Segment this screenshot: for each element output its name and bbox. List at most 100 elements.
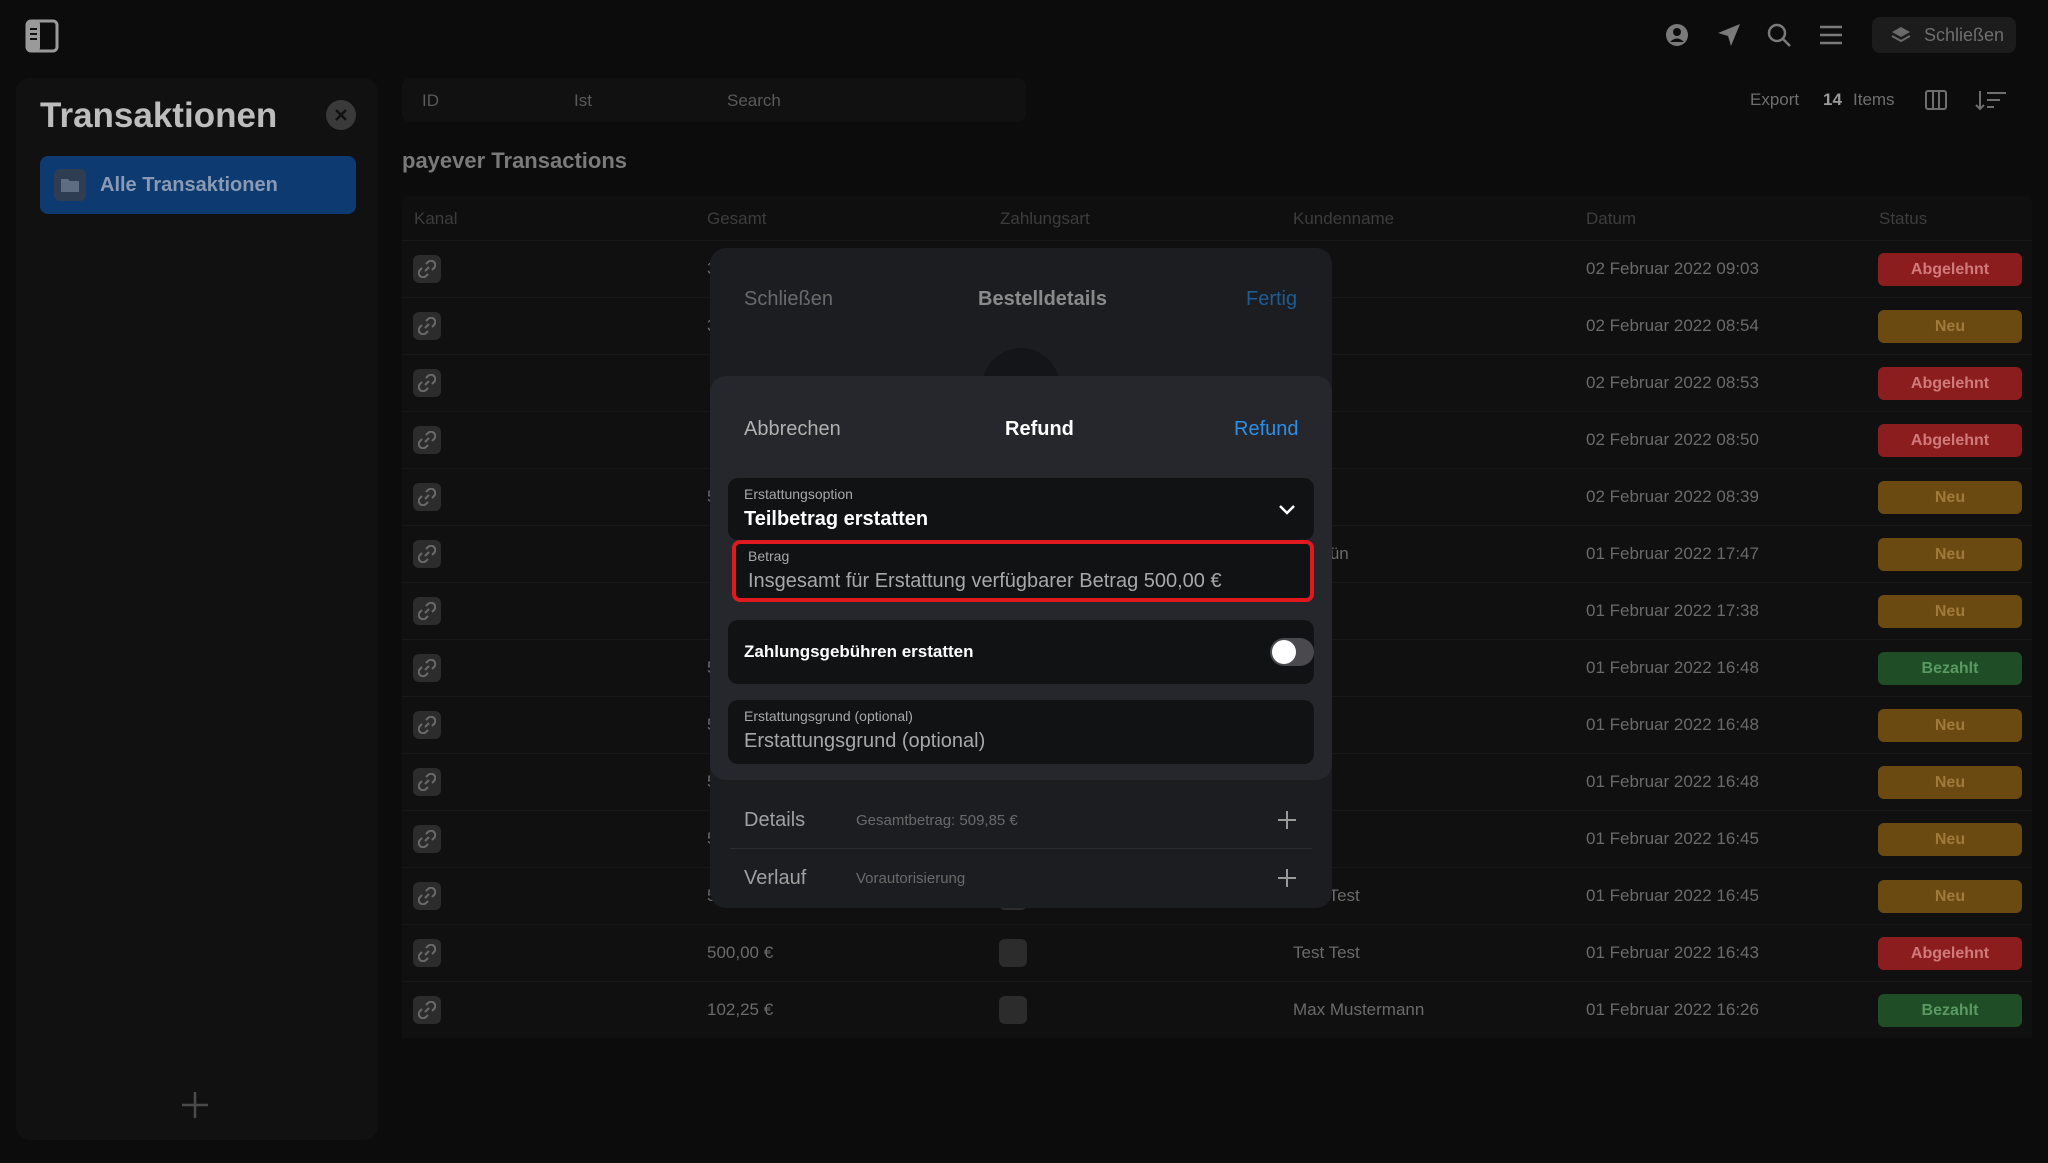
refund-amount-field[interactable]: Betrag Insgesamt für Erstattung verfügba… bbox=[732, 540, 1314, 602]
send-icon[interactable] bbox=[1714, 20, 1744, 50]
refund-reason-label: Erstattungsgrund (optional) bbox=[744, 708, 913, 724]
sidebar-close-icon[interactable] bbox=[326, 100, 356, 130]
history-sub: Vorautorisierung bbox=[856, 870, 966, 887]
search-icon[interactable] bbox=[1764, 20, 1794, 50]
link-icon bbox=[413, 768, 441, 796]
cell-datum: 01 Februar 2022 17:47 bbox=[1586, 544, 1759, 563]
toolbar: ID Ist Search Export 14 Items bbox=[402, 78, 2032, 122]
header-kundenname[interactable]: Kundenname bbox=[1293, 209, 1394, 229]
expand-details-icon[interactable] bbox=[1276, 809, 1298, 831]
folder-icon bbox=[54, 169, 86, 201]
cell-kundenname: Max Mustermann bbox=[1293, 1000, 1425, 1019]
cell-datum: 02 Februar 2022 08:50 bbox=[1586, 430, 1759, 449]
status-badge: Neu bbox=[1878, 481, 2022, 514]
cell-datum: 02 Februar 2022 08:39 bbox=[1586, 487, 1759, 506]
search-input[interactable]: Search bbox=[727, 91, 781, 111]
refund-option-value: Teilbetrag erstatten bbox=[744, 508, 929, 530]
payment-method-icon bbox=[999, 996, 1027, 1024]
sidebar-item-all-transactions[interactable]: Alle Transaktionen bbox=[40, 156, 356, 214]
link-icon bbox=[413, 939, 441, 967]
status-badge: Neu bbox=[1878, 766, 2022, 799]
status-badge: Neu bbox=[1878, 823, 2022, 856]
cell-datum: 02 Februar 2022 08:53 bbox=[1586, 373, 1759, 392]
cell-gesamt: 500,00 € bbox=[707, 943, 774, 962]
link-icon bbox=[413, 996, 441, 1024]
header-status[interactable]: Status bbox=[1879, 209, 1927, 229]
refund-amount-label: Betrag bbox=[748, 548, 790, 564]
refund-amount-input[interactable]: Insgesamt für Erstattung verfügbarer Bet… bbox=[748, 570, 1222, 593]
status-badge: Neu bbox=[1878, 595, 2022, 628]
sidebar-item-label: Alle Transaktionen bbox=[100, 173, 278, 196]
cell-datum: 02 Februar 2022 09:03 bbox=[1586, 259, 1759, 278]
sidebar-title: Transaktionen bbox=[40, 96, 278, 135]
history-row[interactable]: Verlauf Vorautorisierung bbox=[710, 849, 1332, 907]
details-row[interactable]: Details Gesamtbetrag: 509,85 € bbox=[710, 791, 1332, 849]
items-count: 14 bbox=[1823, 90, 1842, 109]
sort-icon[interactable] bbox=[1974, 88, 2008, 112]
add-folder-icon[interactable] bbox=[180, 1090, 210, 1120]
link-icon bbox=[413, 825, 441, 853]
menu-icon[interactable] bbox=[1816, 20, 1846, 50]
cell-kundenname: Test Test bbox=[1293, 943, 1360, 962]
refund-cancel-button[interactable]: Abbrechen bbox=[744, 418, 841, 441]
header-gesamt[interactable]: Gesamt bbox=[707, 209, 767, 229]
table-row[interactable]: 500,00 € Test Test 01 Februar 2022 16:43 Ab… bbox=[402, 924, 2032, 981]
details-total: Gesamtbetrag: 509,85 € bbox=[856, 812, 1018, 829]
columns-icon[interactable] bbox=[1924, 88, 1948, 112]
refund-fees-toggle[interactable] bbox=[1270, 638, 1314, 666]
header-datum[interactable]: Datum bbox=[1586, 209, 1636, 229]
items-label: Items bbox=[1853, 90, 1895, 109]
header-kanal[interactable]: Kanal bbox=[414, 209, 457, 229]
link-icon bbox=[413, 369, 441, 397]
status-badge: Abgelehnt bbox=[1878, 937, 2022, 970]
refund-option-label: Erstattungsoption bbox=[744, 486, 853, 502]
cell-datum: 01 Februar 2022 16:26 bbox=[1586, 1000, 1759, 1019]
refund-submit-button[interactable]: Refund bbox=[1234, 418, 1299, 441]
export-button[interactable]: Export bbox=[1750, 90, 1799, 110]
refund-fees-row: Zahlungsgebühren erstatten bbox=[728, 620, 1314, 684]
close-app-button[interactable]: Schließen bbox=[1872, 17, 2016, 53]
close-app-label: Schließen bbox=[1924, 24, 2005, 45]
link-icon bbox=[413, 540, 441, 568]
refund-modal: Abbrechen Refund Refund Erstattungsoptio… bbox=[710, 376, 1332, 780]
refund-reason-input[interactable]: Erstattungsgrund (optional) bbox=[744, 730, 985, 753]
refund-option-select[interactable]: Erstattungsoption Teilbetrag erstatten bbox=[728, 478, 1314, 540]
status-badge: Bezahlt bbox=[1878, 994, 2022, 1027]
payment-method-icon bbox=[999, 939, 1027, 967]
link-icon bbox=[413, 597, 441, 625]
toggle-knob bbox=[1272, 640, 1296, 664]
page-title: payever Transactions bbox=[402, 148, 628, 173]
layers-icon bbox=[1890, 24, 1912, 46]
link-icon bbox=[413, 654, 441, 682]
status-badge: Neu bbox=[1878, 310, 2022, 343]
cell-datum: 01 Februar 2022 16:48 bbox=[1586, 715, 1759, 734]
status-badge: Neu bbox=[1878, 538, 2022, 571]
header-zahlungsart[interactable]: Zahlungsart bbox=[1000, 209, 1090, 229]
top-bar: Schließen bbox=[0, 0, 2048, 70]
table-header: Kanal Gesamt Zahlungsart Kundenname Datu… bbox=[402, 196, 2032, 240]
link-icon bbox=[413, 483, 441, 511]
account-icon[interactable] bbox=[1662, 20, 1692, 50]
refund-modal-title: Refund bbox=[1005, 418, 1074, 440]
order-modal-title: Bestelldetails bbox=[978, 288, 1107, 310]
link-icon bbox=[413, 711, 441, 739]
cell-datum: 01 Februar 2022 16:43 bbox=[1586, 943, 1759, 962]
details-label: Details bbox=[744, 809, 806, 831]
status-badge: Neu bbox=[1878, 709, 2022, 742]
filter-ist[interactable]: Ist bbox=[574, 91, 592, 111]
cell-datum: 02 Februar 2022 08:54 bbox=[1586, 316, 1759, 335]
sidebar-toggle-icon[interactable] bbox=[24, 18, 60, 54]
cell-datum: 01 Februar 2022 16:45 bbox=[1586, 886, 1759, 905]
refund-reason-field[interactable]: Erstattungsgrund (optional) Erstattungsg… bbox=[728, 700, 1314, 764]
cell-datum: 01 Februar 2022 17:38 bbox=[1586, 601, 1759, 620]
chevron-down-icon[interactable] bbox=[1276, 498, 1298, 520]
order-done-button[interactable]: Fertig bbox=[1246, 288, 1297, 311]
search-bar[interactable]: ID Ist Search bbox=[402, 78, 1026, 122]
order-close-button[interactable]: Schließen bbox=[744, 288, 833, 311]
status-badge: Bezahlt bbox=[1878, 652, 2022, 685]
status-badge: Abgelehnt bbox=[1878, 424, 2022, 457]
filter-id[interactable]: ID bbox=[422, 91, 439, 111]
expand-history-icon[interactable] bbox=[1276, 867, 1298, 889]
table-row[interactable]: 102,25 € Max Mustermann 01 Februar 2022 16… bbox=[402, 981, 2032, 1038]
cell-datum: 01 Februar 2022 16:48 bbox=[1586, 772, 1759, 791]
